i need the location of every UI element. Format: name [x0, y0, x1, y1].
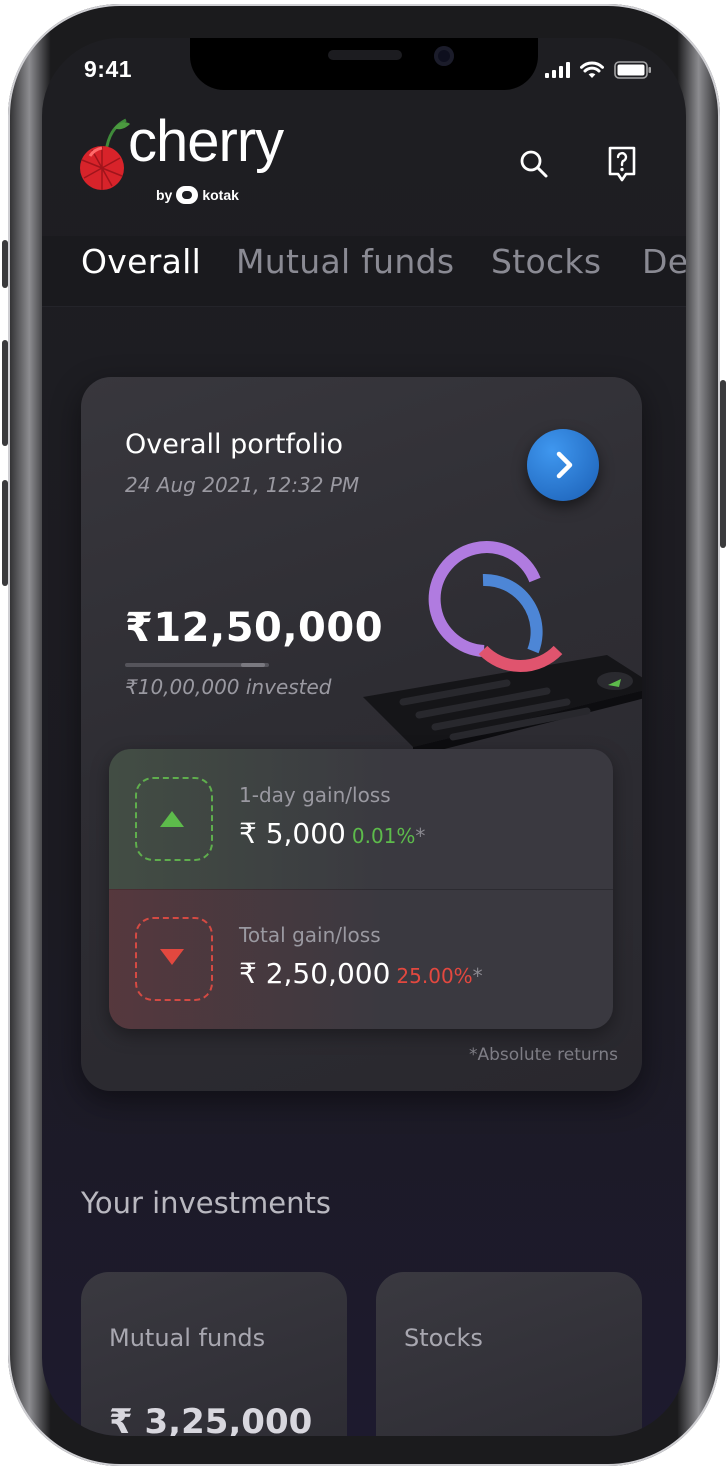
investment-card-label: Stocks — [404, 1324, 483, 1352]
device-notch — [190, 38, 538, 90]
wifi-icon — [580, 61, 604, 78]
investment-card-label: Mutual funds — [109, 1324, 266, 1352]
gain-value: ₹ 5,000 0.01%* — [239, 817, 425, 850]
gain-label: Total gain/loss — [239, 923, 381, 947]
portfolio-date: 24 Aug 2021, 12:32 PM — [125, 473, 360, 497]
investment-card-stocks[interactable]: Stocks — [376, 1272, 642, 1436]
status-time: 9:41 — [84, 56, 133, 82]
portfolio-title: Overall portfolio — [125, 429, 343, 460]
front-camera — [434, 46, 454, 66]
gain-indicator — [135, 777, 213, 861]
app-screen: 9:41 cherry by kotak Overall Mutual fund… — [42, 38, 686, 1436]
returns-footnote: *Absolute returns — [468, 1045, 618, 1065]
category-tabs: Overall Mutual funds Stocks De — [42, 236, 686, 307]
gain-amount: ₹ 5,000 — [239, 817, 346, 850]
search-icon[interactable] — [514, 144, 554, 184]
tab-stocks[interactable]: Stocks — [491, 242, 601, 281]
side-button — [720, 380, 726, 548]
side-button — [2, 480, 8, 586]
gain-asterisk: * — [472, 964, 483, 988]
tab-mutual-funds[interactable]: Mutual funds — [236, 242, 454, 281]
value-underline-marker — [241, 663, 265, 667]
speaker-grille — [328, 50, 402, 60]
investment-card-mutual-funds[interactable]: Mutual funds ₹ 3,25,000 — [81, 1272, 347, 1436]
gain-label: 1-day gain/loss — [239, 783, 391, 807]
portfolio-illustration — [363, 541, 642, 757]
cherry-logo: cherry by kotak — [80, 109, 300, 208]
side-button — [2, 340, 8, 446]
cherry-icon — [80, 118, 130, 190]
kotak-logo-icon — [176, 186, 199, 204]
gains-panel: 1-day gain/loss ₹ 5,000 0.01%* Total gain… — [109, 749, 613, 1029]
gain-percent: 25.00% — [396, 964, 473, 988]
portfolio-details-button[interactable] — [527, 429, 599, 501]
gain-percent: 0.01% — [351, 824, 416, 848]
loss-indicator — [135, 917, 213, 1001]
day-gain-row: 1-day gain/loss ₹ 5,000 0.01%* — [109, 749, 613, 890]
gain-asterisk: * — [415, 824, 426, 848]
logo-partner-text: kotak — [202, 187, 239, 203]
logo-byline: by kotak — [156, 186, 239, 204]
cellular-signal-icon — [545, 62, 570, 78]
investments-heading: Your investments — [81, 1186, 331, 1220]
triangle-up-icon — [160, 811, 184, 827]
portfolio-value: ₹12,50,000 — [125, 605, 384, 651]
logo-by-text: by — [156, 187, 173, 203]
triangle-down-icon — [160, 949, 184, 965]
help-icon[interactable] — [602, 144, 642, 184]
investment-card-value: ₹ 3,25,000 — [109, 1402, 313, 1436]
chevron-right-icon — [556, 451, 573, 479]
gain-value: ₹ 2,50,000 25.00%* — [239, 957, 483, 990]
tab-more[interactable]: De — [642, 242, 686, 281]
status-icons — [545, 61, 652, 79]
battery-icon — [614, 61, 651, 79]
logo-wordmark: cherry — [128, 109, 284, 174]
side-button — [2, 240, 8, 288]
tab-overall[interactable]: Overall — [81, 242, 201, 281]
total-gain-row: Total gain/loss ₹ 2,50,000 25.00%* — [109, 889, 613, 1029]
gain-amount: ₹ 2,50,000 — [239, 957, 391, 990]
overall-portfolio-card[interactable]: Overall portfolio 24 Aug 2021, 12:32 PM … — [81, 377, 642, 1091]
invested-amount: ₹10,00,000 invested — [125, 675, 332, 699]
app-header: cherry by kotak — [42, 106, 686, 216]
